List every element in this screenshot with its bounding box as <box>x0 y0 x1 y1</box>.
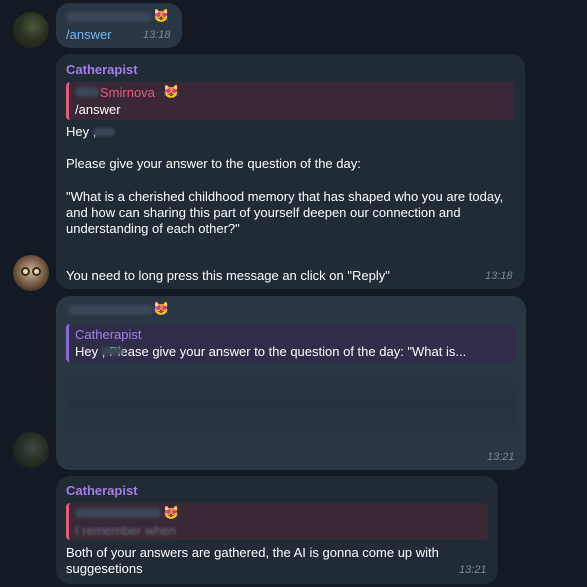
user-avatar-bottom[interactable] <box>13 432 49 468</box>
cat-emoji: 😻 <box>163 505 180 520</box>
cat-emoji: 😻 <box>153 301 170 316</box>
message-time: 13:21 <box>459 564 487 576</box>
reply-sender-name: Smirnova <box>100 85 155 100</box>
cat-emoji: 😻 <box>163 84 180 99</box>
reply-name-blurred <box>75 87 99 97</box>
instruction-text: You need to long press this message an c… <box>66 268 390 283</box>
sender-name-blurred <box>66 12 152 22</box>
reply-text: Hey , Please give your answer to the que… <box>75 344 467 359</box>
intro-text: Please give your answer to the question … <box>66 156 361 171</box>
reply-text: /answer <box>75 102 121 117</box>
message-time: 13:18 <box>485 270 513 282</box>
gathered-text: Both of your answers are gathered, the A… <box>66 545 439 576</box>
message-time: 13:21 <box>487 451 515 463</box>
answer-command-link[interactable]: /answer <box>66 27 112 42</box>
reply-quote[interactable]: 😻 I remember when <box>66 503 488 540</box>
user-avatar-top[interactable] <box>13 12 49 48</box>
sender-name[interactable]: Catherapist <box>66 62 138 77</box>
reply-name-blurred <box>75 508 161 518</box>
greeting-text: Hey , <box>66 124 97 139</box>
reply-quote[interactable]: Catherapist Hey , Please give your answe… <box>66 324 516 362</box>
reply-text: I remember when <box>75 523 177 538</box>
sender-name[interactable]: Catherapist <box>66 483 138 498</box>
reply-quote[interactable]: Smirnova 😻 /answer <box>66 82 514 120</box>
message-time: 13:18 <box>143 29 171 41</box>
catherapist-avatar[interactable] <box>13 255 49 291</box>
message-answer-command[interactable]: 😻 /answer 13:18 <box>56 3 182 48</box>
greeting-name-blurred <box>93 128 115 136</box>
sender-name-blurred <box>68 305 154 315</box>
blurred-answer-content <box>66 368 516 460</box>
reply-name-blurred <box>101 347 123 355</box>
cat-emoji: 😻 <box>153 8 170 23</box>
reply-sender-name: Catherapist <box>75 327 142 342</box>
question-text: "What is a cherished childhood memory th… <box>66 189 504 236</box>
